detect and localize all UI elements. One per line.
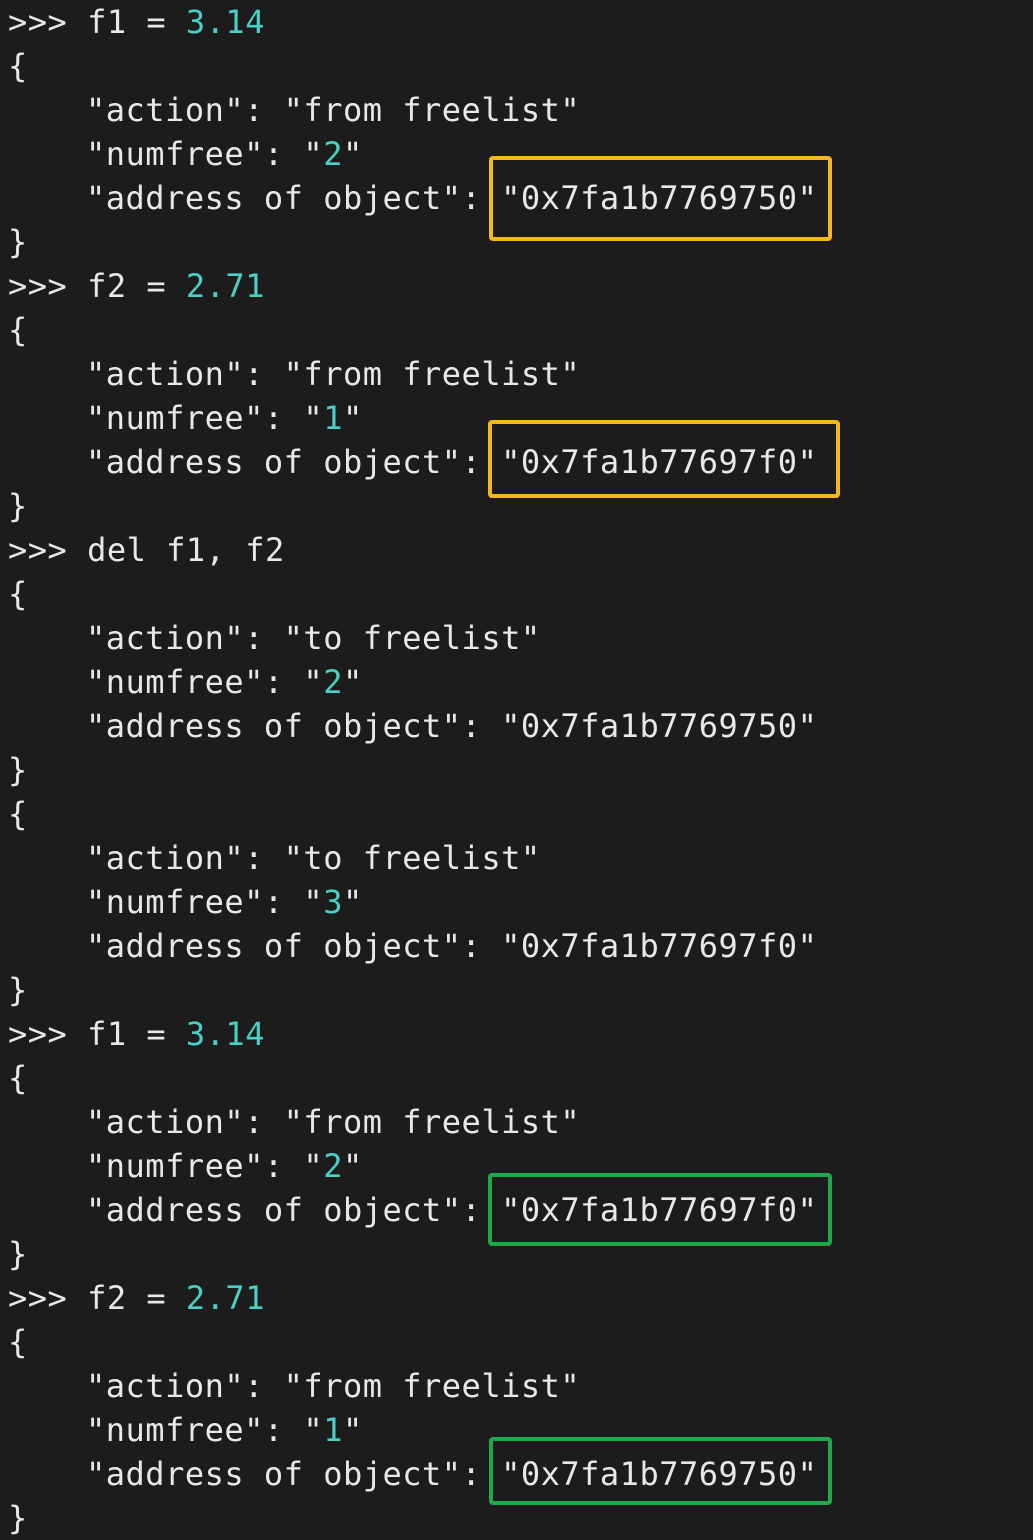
brace-open: { [8,311,28,349]
action-key: "action": [86,619,284,657]
brace-close: } [8,223,28,261]
numfree-value: 2 [323,1147,343,1185]
brace-close: } [8,971,28,1009]
numfree-key: "numfree": [86,399,304,437]
numfree-line: "numfree": "1" [86,1411,363,1449]
command-text: f1 = [87,3,186,41]
brace-close: } [8,1499,28,1537]
brace-open: { [8,1323,28,1361]
terminal-output: >>> f1 = 3.14 { "action": "from freelist… [0,0,1033,1540]
command-number: 3.14 [185,3,265,41]
address-line: "address of object": "0x7fa1b77697f0" [86,1188,817,1232]
brace-open: { [8,795,28,833]
address-line: "address of object": "0x7fa1b7769750" [86,1452,817,1496]
numfree-value: 2 [323,663,343,701]
numfree-key: "numfree": [86,1411,304,1449]
numfree-key: "numfree": [86,1147,304,1185]
command-text: f1 = [87,1015,186,1053]
address-key: "address of object": [86,927,502,965]
action-line: "action": "from freelist" [86,88,580,132]
command-text: f2 = [87,267,186,305]
address-line: "address of object": "0x7fa1b7769750" [86,176,817,220]
command-text: f2 = [87,1279,186,1317]
command-number: 3.14 [185,1015,265,1053]
numfree-line: "numfree": "2" [86,135,363,173]
action-value: "from freelist" [283,1103,581,1141]
numfree-value: 1 [323,399,343,437]
address-line: "address of object": "0x7fa1b77697f0" [86,440,817,484]
address-key: "address of object": [86,1455,502,1493]
brace-open: { [8,1059,28,1097]
action-key: "action": [86,839,284,877]
prompt: >>> [8,1015,68,1053]
command-number: 2.71 [185,1279,265,1317]
command-text: del f1, f2 [87,531,285,569]
address-value: "0x7fa1b77697f0" [501,443,818,481]
command-line: >>> f1 = 3.14 [8,1012,265,1056]
prompt: >>> [8,267,68,305]
address-line: "address of object": "0x7fa1b77697f0" [86,924,817,968]
numfree-value: 3 [323,883,343,921]
action-key: "action": [86,1367,284,1405]
numfree-line: "numfree": "1" [86,399,363,437]
brace-open: { [8,47,28,85]
address-value: "0x7fa1b77697f0" [501,927,818,965]
address-key: "address of object": [86,179,502,217]
address-key: "address of object": [86,443,502,481]
brace-close: } [8,487,28,525]
action-line: "action": "to freelist" [86,616,541,660]
command-line: >>> f2 = 2.71 [8,1276,265,1320]
action-value: "to freelist" [283,839,541,877]
numfree-line: "numfree": "2" [86,1147,363,1185]
action-value: "from freelist" [283,1367,581,1405]
address-value: "0x7fa1b7769750" [501,707,818,745]
action-line: "action": "from freelist" [86,352,580,396]
numfree-line: "numfree": "2" [86,663,363,701]
action-line: "action": "from freelist" [86,1100,580,1144]
command-number: 2.71 [185,267,265,305]
action-value: "from freelist" [283,355,581,393]
address-value: "0x7fa1b7769750" [501,1455,818,1493]
brace-open: { [8,575,28,613]
action-value: "to freelist" [283,619,541,657]
action-key: "action": [86,355,284,393]
command-line: >>> del f1, f2 [8,528,285,572]
prompt: >>> [8,531,68,569]
numfree-key: "numfree": [86,135,304,173]
prompt: >>> [8,3,68,41]
numfree-line: "numfree": "3" [86,883,363,921]
numfree-value: 1 [323,1411,343,1449]
action-value: "from freelist" [283,91,581,129]
action-line: "action": "from freelist" [86,1364,580,1408]
brace-close: } [8,751,28,789]
action-key: "action": [86,1103,284,1141]
command-line: >>> f1 = 3.14 [8,0,265,44]
address-value: "0x7fa1b77697f0" [501,1191,818,1229]
address-key: "address of object": [86,1191,502,1229]
numfree-key: "numfree": [86,883,304,921]
action-line: "action": "to freelist" [86,836,541,880]
command-line: >>> f2 = 2.71 [8,264,265,308]
brace-close: } [8,1235,28,1273]
action-key: "action": [86,91,284,129]
prompt: >>> [8,1279,68,1317]
address-value: "0x7fa1b7769750" [501,179,818,217]
address-line: "address of object": "0x7fa1b7769750" [86,704,817,748]
numfree-key: "numfree": [86,663,304,701]
address-key: "address of object": [86,707,502,745]
numfree-value: 2 [323,135,343,173]
